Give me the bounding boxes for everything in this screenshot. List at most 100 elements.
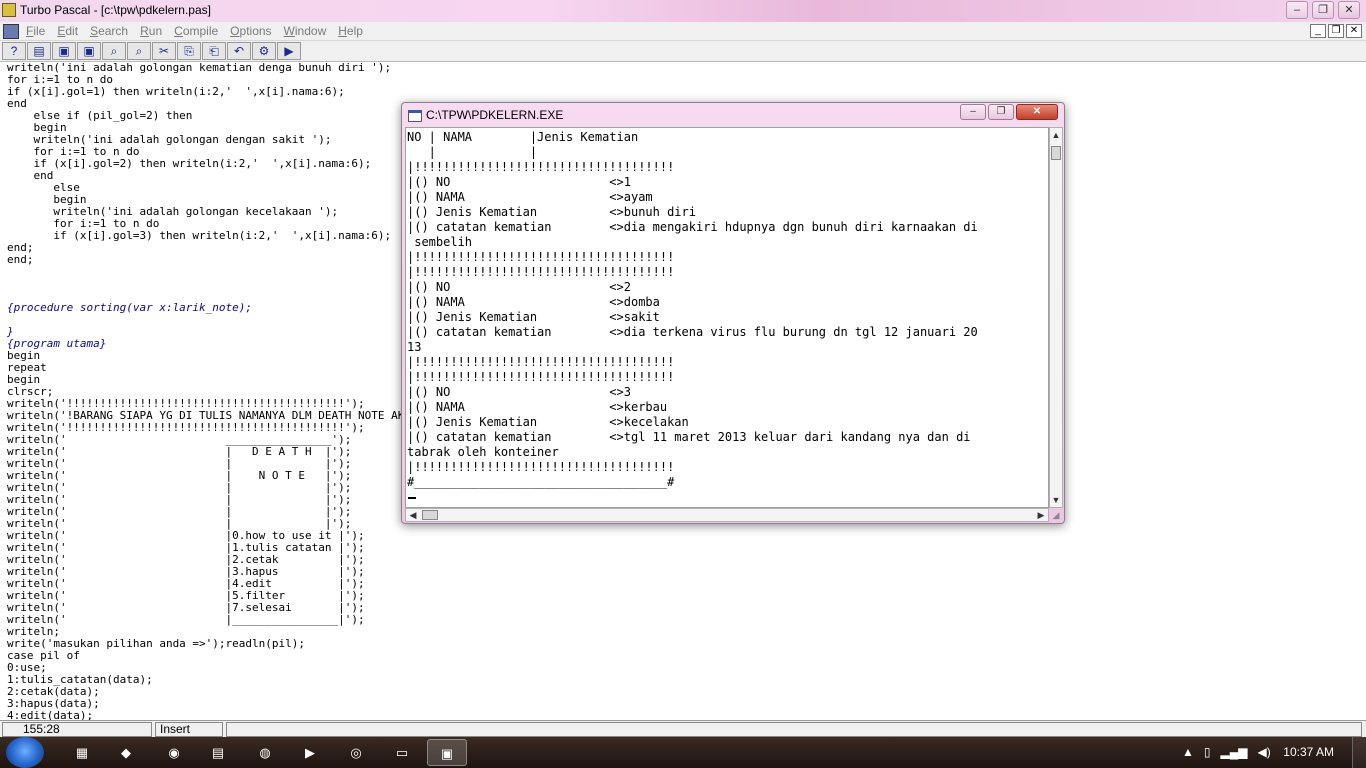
console-line: |!!!!!!!!!!!!!!!!!!!!!!!!!!!!!!!!!!!! xyxy=(407,460,675,474)
media-disc-icon[interactable]: ◉ xyxy=(154,739,194,766)
network-signal-icon[interactable]: ▂▄▆ xyxy=(1221,745,1248,759)
vertical-scrollbar[interactable]: ▲ ▼ xyxy=(1049,127,1063,508)
show-desktop-button[interactable] xyxy=(1352,737,1366,768)
text-cursor xyxy=(408,497,416,499)
minimize-button[interactable]: – xyxy=(1286,1,1308,19)
horizontal-scrollbar[interactable]: ◀ ▶ xyxy=(405,508,1049,522)
save-icon[interactable]: ▣ xyxy=(52,42,76,60)
console-line: |() Jenis Kematian <>kecelakan xyxy=(407,415,689,429)
console-maximize-button[interactable]: ❐ xyxy=(988,104,1014,120)
desktop: Turbo Pascal - [c:\tpw\pdkelern.pas] – ❐… xyxy=(0,0,1366,768)
console-line: |() NAMA <>ayam xyxy=(407,190,653,204)
horizontal-scroll-thumb[interactable] xyxy=(422,510,438,520)
code-line: case pil of xyxy=(7,649,80,662)
menu-window[interactable]: Window xyxy=(284,24,327,38)
file-explorer-icon[interactable]: ▦ xyxy=(62,739,102,766)
status-bar: 155:28 Insert xyxy=(0,720,1366,737)
scroll-right-icon[interactable]: ▶ xyxy=(1034,509,1048,521)
edit-mode: Insert xyxy=(155,722,223,737)
scroll-down-icon[interactable]: ▼ xyxy=(1050,493,1062,507)
close-button[interactable]: ✕ xyxy=(1338,1,1360,19)
cut-icon[interactable]: ✂ xyxy=(152,42,176,60)
help-icon[interactable]: ? xyxy=(2,42,26,60)
menu-file[interactable]: File xyxy=(26,24,45,38)
copy-icon[interactable]: ⎘ xyxy=(177,42,201,60)
device-icon[interactable]: ▯ xyxy=(1204,745,1211,759)
code-line: if (x[i].gol=1) then writeln(i:2,' ',x[i… xyxy=(7,85,345,98)
console-lines: NO | NAMA |Jenis Kematian | | |!!!!!!!!!!… xyxy=(407,130,978,490)
document-menu-icon[interactable] xyxy=(3,24,19,39)
console-line: |() NAMA <>domba xyxy=(407,295,660,309)
books-icon[interactable]: ◆ xyxy=(106,739,146,766)
console-line: |() NAMA <>kerbau xyxy=(407,400,668,414)
clock[interactable]: 10:37 AM xyxy=(1283,745,1334,759)
console-window-icon[interactable]: ▭ xyxy=(382,739,422,766)
menu-help[interactable]: Help xyxy=(338,24,363,38)
console-window-icon xyxy=(408,110,422,122)
console-line: |!!!!!!!!!!!!!!!!!!!!!!!!!!!!!!!!!!!! xyxy=(407,250,675,264)
chrome-icon[interactable]: ◎ xyxy=(336,739,376,766)
console-line: |() Jenis Kematian <>bunuh diri xyxy=(407,205,696,219)
save-all-icon[interactable]: ▣ xyxy=(77,42,101,60)
volume-icon[interactable]: ◀) xyxy=(1257,745,1270,759)
console-line: |!!!!!!!!!!!!!!!!!!!!!!!!!!!!!!!!!!!! xyxy=(407,370,675,384)
console-line: |() NO <>1 xyxy=(407,175,631,189)
console-line: |() Jenis Kematian <>sakit xyxy=(407,310,660,324)
menu-options[interactable]: Options xyxy=(230,24,271,38)
run-icon[interactable]: ▶ xyxy=(277,42,301,60)
menu-edit[interactable]: Edit xyxy=(57,24,78,38)
firefox-icon[interactable]: ◍ xyxy=(245,739,285,766)
turbo-pascal-icon[interactable]: ▣ xyxy=(427,739,467,766)
console-line: 13 xyxy=(407,340,422,354)
menu-search[interactable]: Search xyxy=(90,24,128,38)
toolbar: ? ▤ ▣ ▣ ⌕ ⌕ ✂ ⎘ ⎗ ↶ ⚙ ▶ xyxy=(0,41,1366,62)
console-line: sembelih xyxy=(407,235,473,249)
system-tray: ▲ ▯ ▂▄▆ ◀) 10:37 AM xyxy=(1176,737,1366,768)
maximize-button[interactable]: ❐ xyxy=(1312,1,1334,19)
code-line: 4:edit(data); xyxy=(7,709,94,721)
console-line: #___________________________________# xyxy=(407,475,675,489)
scroll-up-icon[interactable]: ▲ xyxy=(1050,128,1062,142)
status-message xyxy=(226,722,1362,737)
console-line: |() NO <>3 xyxy=(407,385,631,399)
vertical-scroll-thumb[interactable] xyxy=(1051,146,1061,160)
console-line: |() catatan kematian <>dia mengakiri hdu… xyxy=(407,220,978,234)
console-window[interactable]: C:\TPW\PDKELERN.EXE – ❐ ✕ NO | NAMA |Jen… xyxy=(401,102,1065,524)
console-line: |() NO <>2 xyxy=(407,280,631,294)
console-line: tabrak oleh konteiner xyxy=(407,445,559,459)
show-hidden-icons-icon[interactable]: ▲ xyxy=(1182,745,1194,759)
console-line: |!!!!!!!!!!!!!!!!!!!!!!!!!!!!!!!!!!!! xyxy=(407,160,675,174)
replace-icon[interactable]: ⌕ xyxy=(127,42,151,60)
window-title: Turbo Pascal - [c:\tpw\pdkelern.pas] xyxy=(20,3,211,17)
console-title: C:\TPW\PDKELERN.EXE xyxy=(426,108,564,122)
find-icon[interactable]: ⌕ xyxy=(102,42,126,60)
taskbar: ▦ ◆ ◉ ▤ ◍ ▶ ◎ ▭ ▣ ▲ ▯ ▂▄▆ ◀) 10:37 AM xyxy=(0,737,1366,768)
menu-bar: File Edit Search Run Compile Options Win… xyxy=(0,22,1366,41)
open-file-icon[interactable]: ▤ xyxy=(27,42,51,60)
console-line: | | xyxy=(407,145,538,159)
console-close-button[interactable]: ✕ xyxy=(1016,104,1058,120)
undo-icon[interactable]: ↶ xyxy=(227,42,251,60)
document-minimize-button[interactable]: _ xyxy=(1310,24,1326,38)
console-minimize-button[interactable]: – xyxy=(960,104,986,120)
console-output[interactable]: NO | NAMA |Jenis Kematian | | |!!!!!!!!!!… xyxy=(405,127,1049,508)
calculator-icon[interactable]: ▤ xyxy=(198,739,238,766)
menu-run[interactable]: Run xyxy=(140,24,162,38)
title-bar[interactable]: Turbo Pascal - [c:\tpw\pdkelern.pas] – ❐… xyxy=(0,0,1366,22)
turbo-pascal-app-icon xyxy=(2,3,16,17)
paste-icon[interactable]: ⎗ xyxy=(202,42,226,60)
document-restore-button[interactable]: ❐ xyxy=(1328,24,1344,38)
console-line: |!!!!!!!!!!!!!!!!!!!!!!!!!!!!!!!!!!!! xyxy=(407,355,675,369)
start-button[interactable] xyxy=(6,737,44,768)
media-player-icon[interactable]: ▶ xyxy=(290,739,330,766)
console-line: |() catatan kematian <>tgl 11 maret 2013… xyxy=(407,430,971,444)
console-line: NO | NAMA |Jenis Kematian xyxy=(407,130,639,144)
resize-grip-icon[interactable]: ◢ xyxy=(1049,508,1063,522)
menu-compile[interactable]: Compile xyxy=(174,24,218,38)
document-close-button[interactable]: ✕ xyxy=(1346,24,1362,38)
cursor-position: 155:28 xyxy=(2,722,152,737)
scroll-left-icon[interactable]: ◀ xyxy=(406,509,420,521)
console-line: |() catatan kematian <>dia terkena virus… xyxy=(407,325,978,339)
compile-icon[interactable]: ⚙ xyxy=(252,42,276,60)
code-line: writeln(' |________________|'); xyxy=(7,613,365,626)
